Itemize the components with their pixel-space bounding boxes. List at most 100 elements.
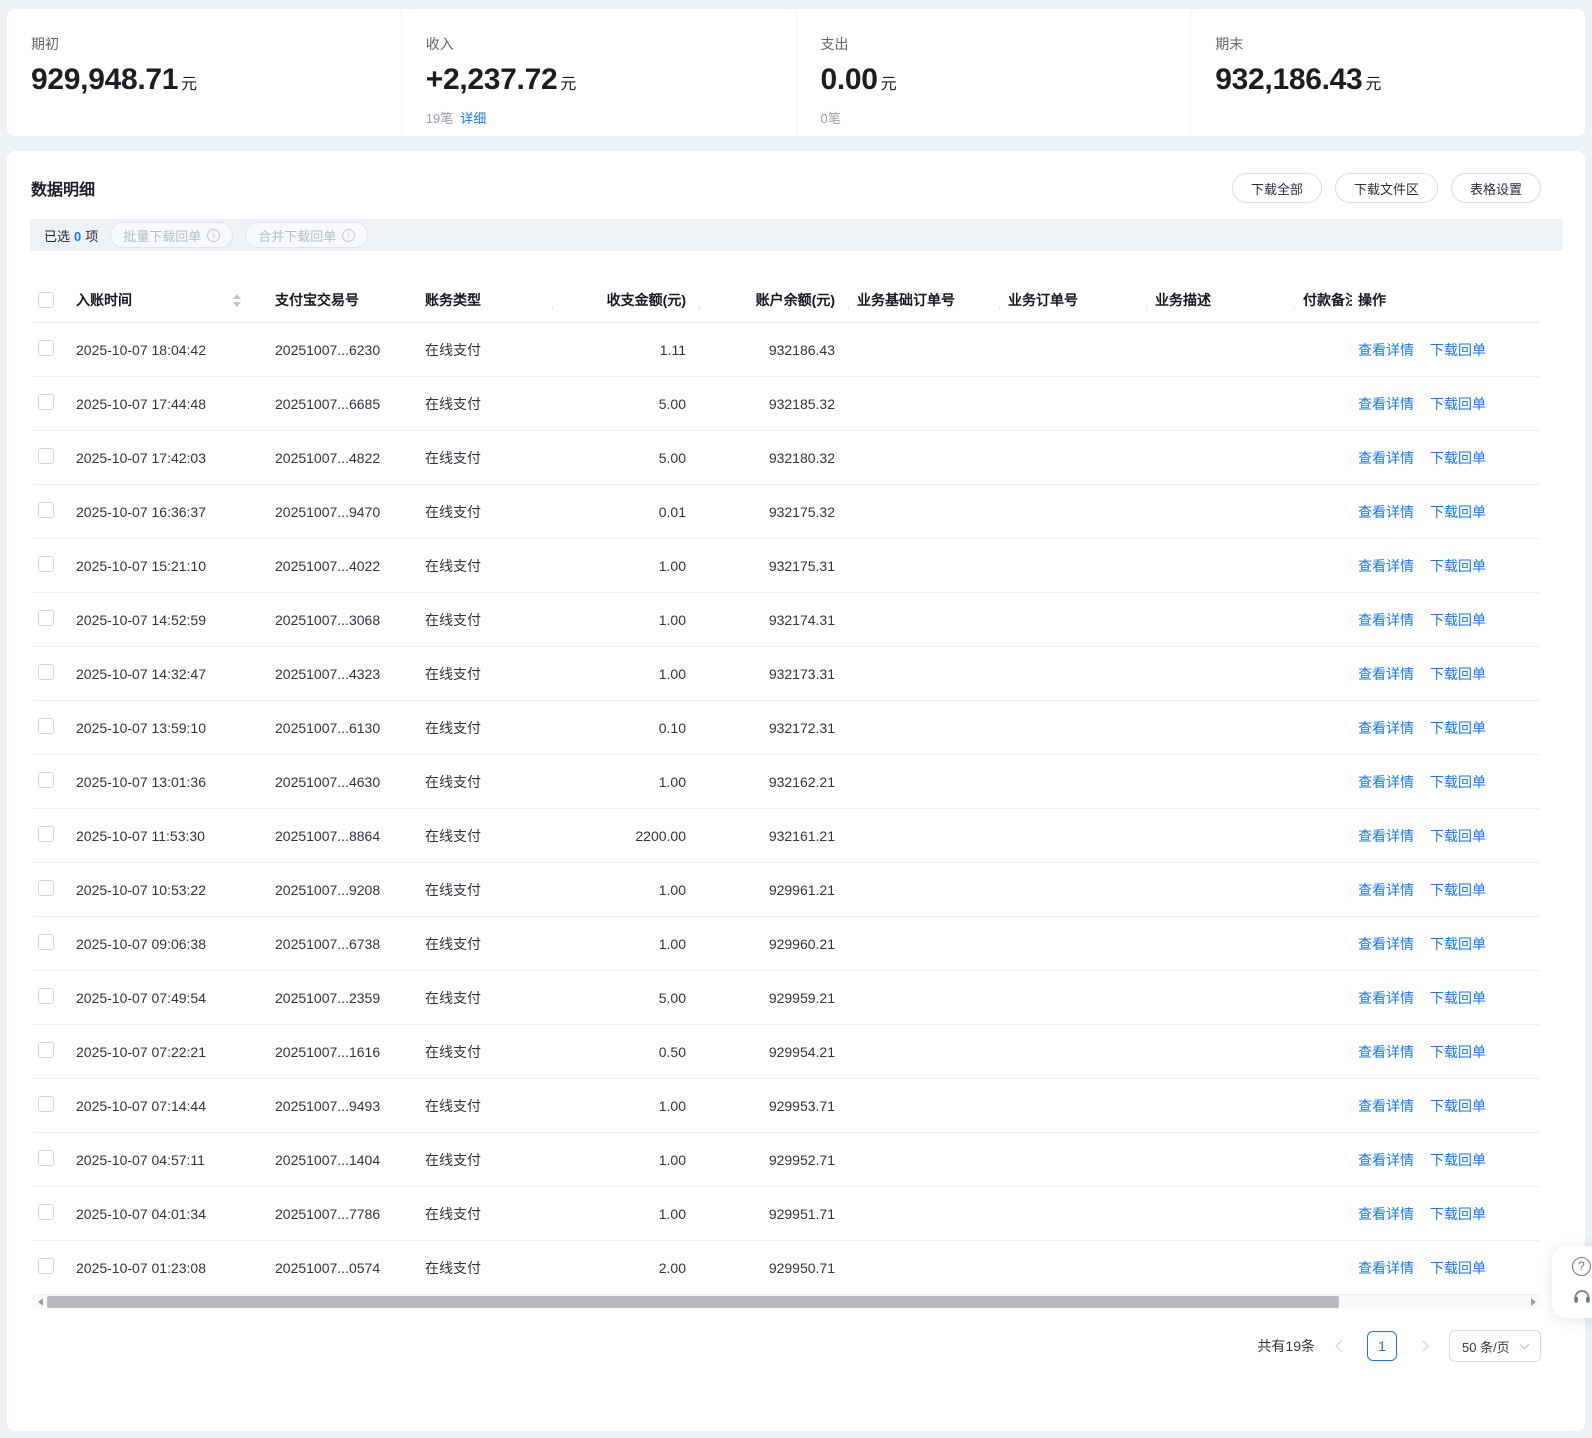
- help-float-panel: ?: [1552, 1246, 1592, 1318]
- download-receipt-link[interactable]: 下载回单: [1430, 1042, 1486, 1062]
- download-receipt-link[interactable]: 下载回单: [1430, 1150, 1486, 1170]
- download-zone-button[interactable]: 下载文件区: [1334, 173, 1438, 203]
- headset-icon[interactable]: [1572, 1286, 1592, 1307]
- cell-type: 在线支付: [425, 1205, 481, 1222]
- download-receipt-link[interactable]: 下载回单: [1430, 772, 1486, 792]
- view-detail-link[interactable]: 查看详情: [1358, 1150, 1414, 1170]
- download-receipt-link[interactable]: 下载回单: [1430, 340, 1486, 360]
- view-detail-link[interactable]: 查看详情: [1358, 772, 1414, 792]
- summary-income: 收入 +2,237.72 元 19笔 详细: [400, 9, 796, 136]
- row-checkbox[interactable]: [38, 664, 54, 680]
- cell-action: 查看详情 下载回单: [1352, 501, 1540, 522]
- row-checkbox-cell: [33, 988, 76, 1007]
- download-receipt-link[interactable]: 下载回单: [1430, 610, 1486, 630]
- column-header-balance-label: 账户余额(元): [755, 292, 835, 308]
- sort-caret-up-icon: [233, 293, 241, 299]
- row-checkbox[interactable]: [38, 394, 54, 410]
- view-detail-link[interactable]: 查看详情: [1358, 1258, 1414, 1278]
- row-checkbox[interactable]: [38, 556, 54, 572]
- row-checkbox[interactable]: [38, 988, 54, 1004]
- download-receipt-link[interactable]: 下载回单: [1430, 394, 1486, 414]
- view-detail-link[interactable]: 查看详情: [1358, 718, 1414, 738]
- download-receipt-link[interactable]: 下载回单: [1430, 556, 1486, 576]
- cell-action: 查看详情 下载回单: [1352, 1257, 1540, 1278]
- row-checkbox[interactable]: [38, 772, 54, 788]
- row-checkbox[interactable]: [38, 340, 54, 356]
- cell-txn: 20251007...9493: [275, 1097, 381, 1114]
- download-all-button[interactable]: 下载全部: [1231, 173, 1322, 203]
- table-settings-button[interactable]: 表格设置: [1450, 173, 1541, 203]
- download-receipt-link[interactable]: 下载回单: [1430, 502, 1486, 522]
- sort-control[interactable]: [233, 293, 241, 307]
- scrollbar-left-arrow-icon[interactable]: [33, 1295, 47, 1309]
- summary-opening: 期初 929,948.71 元: [7, 9, 401, 136]
- row-checkbox[interactable]: [38, 1150, 54, 1166]
- column-header-balance: 账户余额(元): [700, 290, 849, 310]
- view-detail-link[interactable]: 查看详情: [1358, 826, 1414, 846]
- prev-page-icon[interactable]: [1335, 1340, 1347, 1352]
- download-receipt-link[interactable]: 下载回单: [1430, 988, 1486, 1008]
- column-header-base-order: 业务基础订单号: [849, 290, 1000, 310]
- row-checkbox[interactable]: [38, 934, 54, 950]
- horizontal-scrollbar[interactable]: [33, 1295, 1540, 1309]
- cell-amount: 2.00: [658, 1259, 686, 1276]
- selected-prefix: 已选: [44, 228, 71, 244]
- row-checkbox[interactable]: [38, 1258, 54, 1274]
- cell-time: 2025-10-07 17:42:03: [76, 449, 206, 466]
- view-detail-link[interactable]: 查看详情: [1358, 340, 1414, 360]
- scrollbar-thumb[interactable]: [47, 1296, 1339, 1308]
- column-header-time[interactable]: 入账时间: [76, 290, 275, 310]
- view-detail-link[interactable]: 查看详情: [1358, 1204, 1414, 1224]
- cell-action: 查看详情 下载回单: [1352, 879, 1540, 900]
- summary-income-unit: 元: [560, 76, 577, 93]
- download-receipt-link[interactable]: 下载回单: [1430, 718, 1486, 738]
- view-detail-link[interactable]: 查看详情: [1358, 556, 1414, 576]
- summary-income-value: +2,237.72 元: [426, 63, 796, 97]
- cell-txn: 20251007...7786: [275, 1205, 381, 1222]
- row-checkbox[interactable]: [38, 1042, 54, 1058]
- row-checkbox[interactable]: [38, 826, 54, 842]
- scrollbar-right-arrow-icon[interactable]: [1526, 1295, 1540, 1309]
- help-question-icon[interactable]: ?: [1572, 1256, 1591, 1276]
- view-detail-link[interactable]: 查看详情: [1358, 1096, 1414, 1116]
- row-checkbox[interactable]: [38, 502, 54, 518]
- row-checkbox[interactable]: [38, 718, 54, 734]
- download-receipt-link[interactable]: 下载回单: [1430, 448, 1486, 468]
- row-checkbox[interactable]: [38, 880, 54, 896]
- row-checkbox[interactable]: [38, 610, 54, 626]
- row-checkbox-cell: [33, 502, 76, 521]
- income-detail-link[interactable]: 详细: [460, 111, 486, 126]
- select-all-checkbox[interactable]: [38, 292, 54, 308]
- download-receipt-link[interactable]: 下载回单: [1430, 934, 1486, 954]
- view-detail-link[interactable]: 查看详情: [1358, 448, 1414, 468]
- merge-download-button[interactable]: 合并下载回单 i: [245, 222, 369, 248]
- download-receipt-link[interactable]: 下载回单: [1430, 826, 1486, 846]
- cell-time: 2025-10-07 15:21:10: [76, 557, 206, 574]
- cell-type: 在线支付: [425, 773, 481, 790]
- view-detail-link[interactable]: 查看详情: [1358, 664, 1414, 684]
- view-detail-link[interactable]: 查看详情: [1358, 988, 1414, 1008]
- download-receipt-link[interactable]: 下载回单: [1430, 880, 1486, 900]
- view-detail-link[interactable]: 查看详情: [1358, 934, 1414, 954]
- next-page-icon[interactable]: [1417, 1340, 1429, 1352]
- selection-bar: 已选 0 项 批量下载回单 i 合并下载回单 i: [30, 219, 1563, 251]
- info-circle-icon: i: [342, 228, 356, 242]
- table-row: 2025-10-07 09:06:38 20251007...6738 在线支付…: [33, 917, 1540, 971]
- row-checkbox[interactable]: [38, 1204, 54, 1220]
- view-detail-link[interactable]: 查看详情: [1358, 394, 1414, 414]
- download-receipt-link[interactable]: 下载回单: [1430, 1204, 1486, 1224]
- current-page-button[interactable]: 1: [1367, 1331, 1397, 1361]
- download-receipt-link[interactable]: 下载回单: [1430, 1096, 1486, 1116]
- view-detail-link[interactable]: 查看详情: [1358, 1042, 1414, 1062]
- row-checkbox[interactable]: [38, 1096, 54, 1112]
- download-receipt-link[interactable]: 下载回单: [1430, 664, 1486, 684]
- page-size-select[interactable]: 50 条/页: [1449, 1330, 1541, 1362]
- view-detail-link[interactable]: 查看详情: [1358, 610, 1414, 630]
- download-receipt-link[interactable]: 下载回单: [1430, 1258, 1486, 1278]
- table-header-row: 入账时间 支付宝交易号 账务类型 收支金额(元) 账户余额(元) 业务基础订单号…: [33, 278, 1540, 323]
- view-detail-link[interactable]: 查看详情: [1358, 880, 1414, 900]
- batch-download-button[interactable]: 批量下载回单 i: [110, 222, 234, 248]
- row-checkbox[interactable]: [38, 448, 54, 464]
- table-row: 2025-10-07 18:04:42 20251007...6230 在线支付…: [33, 323, 1540, 377]
- view-detail-link[interactable]: 查看详情: [1358, 502, 1414, 522]
